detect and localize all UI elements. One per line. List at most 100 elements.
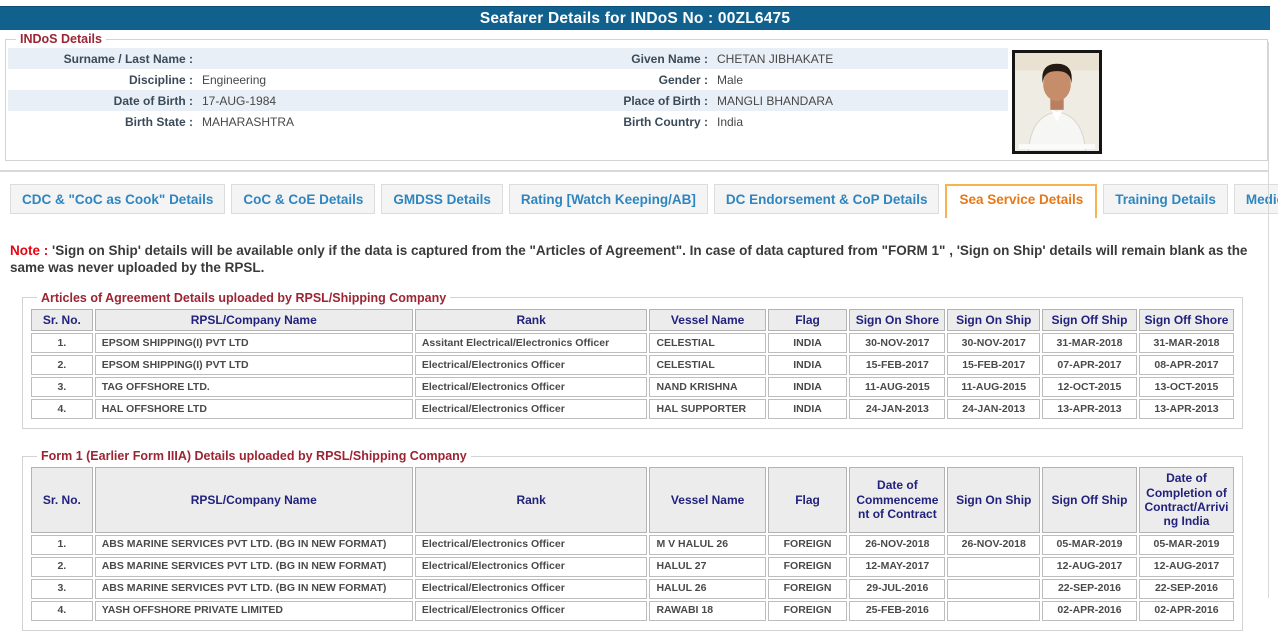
table-cell: CELESTIAL: [649, 333, 765, 353]
field-label: Discipline :: [8, 73, 193, 87]
tab-medical-fitness-certificate[interactable]: Medical Fitness Certificate: [1234, 184, 1278, 214]
tab-coc-coe-details[interactable]: CoC & CoE Details: [231, 184, 375, 214]
section-divider: [0, 170, 1268, 172]
indos-fields: Surname / Last Name : Given Name : CHETA…: [8, 48, 1008, 132]
table-cell: HAL SUPPORTER: [649, 399, 765, 419]
table-cell: INDIA: [768, 333, 848, 353]
table-cell: 1.: [31, 333, 93, 353]
table-cell: Electrical/Electronics Officer: [415, 355, 648, 375]
tab-cdc-coc-as-cook-details[interactable]: CDC & "CoC as Cook" Details: [10, 184, 225, 214]
table-cell: 2.: [31, 557, 93, 577]
tab-dc-endorsement-cop-details[interactable]: DC Endorsement & CoP Details: [714, 184, 940, 214]
table-cell: 02-APR-2016: [1042, 601, 1137, 621]
tab-rating-watch-keeping-ab[interactable]: Rating [Watch Keeping/AB]: [509, 184, 708, 214]
column-header: Sign On Ship: [947, 309, 1040, 331]
table-cell: 12-OCT-2015: [1042, 377, 1137, 397]
table-row: 4.HAL OFFSHORE LTDElectrical/Electronics…: [31, 399, 1234, 419]
tab-sea-service-details[interactable]: Sea Service Details: [945, 184, 1097, 218]
column-header: Sign Off Ship: [1042, 309, 1137, 331]
field-label: Gender :: [608, 73, 708, 87]
tab-training-details[interactable]: Training Details: [1103, 184, 1228, 214]
field-value: MAHARASHTRA: [193, 115, 608, 129]
table-cell: 4.: [31, 399, 93, 419]
column-header: Rank: [415, 309, 648, 331]
table-cell: 08-APR-2017: [1139, 355, 1234, 375]
table-cell: EPSOM SHIPPING(I) PVT LTD: [95, 333, 413, 353]
tab-bar: CDC & "CoC as Cook" Details CoC & CoE De…: [10, 184, 1278, 218]
table-cell: YASH OFFSHORE PRIVATE LIMITED: [95, 601, 413, 621]
column-header: Sign Off Ship: [1042, 467, 1137, 533]
table-cell: 15-FEB-2017: [947, 355, 1040, 375]
table-cell: 25-FEB-2016: [849, 601, 945, 621]
column-header: RPSL/Company Name: [95, 467, 413, 533]
table-cell: 13-APR-2013: [1042, 399, 1137, 419]
column-header: RPSL/Company Name: [95, 309, 413, 331]
table-cell: 13-OCT-2015: [1139, 377, 1234, 397]
page-title: Seafarer Details for INDoS No : 00ZL6475: [0, 6, 1270, 30]
field-label: Given Name :: [608, 52, 708, 66]
table-cell: 05-MAR-2019: [1042, 535, 1137, 555]
table-cell: CELESTIAL: [649, 355, 765, 375]
table-cell: INDIA: [768, 355, 848, 375]
form1-legend: Form 1 (Earlier Form IIIA) Details uploa…: [37, 449, 471, 463]
column-header: Date of Commencement of Contract: [849, 467, 945, 533]
column-header: Date of Completion of Contract/Arriving …: [1139, 467, 1234, 533]
field-label: Birth Country :: [608, 115, 708, 129]
table-cell: 2.: [31, 355, 93, 375]
table-cell: RAWABI 18: [649, 601, 765, 621]
table-cell: M V HALUL 26: [649, 535, 765, 555]
table-cell: 26-NOV-2018: [947, 535, 1040, 555]
table-cell: 31-MAR-2018: [1139, 333, 1234, 353]
table-cell: 15-FEB-2017: [849, 355, 945, 375]
table-cell: Electrical/Electronics Officer: [415, 557, 648, 577]
table-cell: 05-MAR-2019: [1139, 535, 1234, 555]
table-row: 1.EPSOM SHIPPING(I) PVT LTDAssitant Elec…: [31, 333, 1234, 353]
table-cell: 24-JAN-2013: [849, 399, 945, 419]
table-cell: 13-APR-2013: [1139, 399, 1234, 419]
table-cell: Electrical/Electronics Officer: [415, 601, 648, 621]
seafarer-photo: [1012, 50, 1102, 154]
table-cell: 11-AUG-2015: [849, 377, 945, 397]
table-cell: 12-AUG-2017: [1139, 557, 1234, 577]
table-header-row: Sr. No.RPSL/Company NameRankVessel NameF…: [31, 309, 1234, 331]
field-value: MANGLI BHANDARA: [708, 94, 1008, 108]
field-value: Male: [708, 73, 1008, 87]
table-cell: INDIA: [768, 377, 848, 397]
table-cell: 4.: [31, 601, 93, 621]
tab-gmdss-details[interactable]: GMDSS Details: [381, 184, 503, 214]
table-cell: 30-NOV-2017: [849, 333, 945, 353]
seafarer-photo-image: [1015, 53, 1099, 151]
column-header: Sign On Shore: [849, 309, 945, 331]
table-cell: Assitant Electrical/Electronics Officer: [415, 333, 648, 353]
table-cell: Electrical/Electronics Officer: [415, 399, 648, 419]
table-cell: 24-JAN-2013: [947, 399, 1040, 419]
table-cell: 11-AUG-2015: [947, 377, 1040, 397]
field-label: Date of Birth :: [8, 94, 193, 108]
table-row: 2.EPSOM SHIPPING(I) PVT LTDElectrical/El…: [31, 355, 1234, 375]
articles-of-agreement-panel: Articles of Agreement Details uploaded b…: [22, 291, 1243, 429]
table-row: 2.ABS MARINE SERVICES PVT LTD. (BG IN NE…: [31, 557, 1234, 577]
field-label: Place of Birth :: [608, 94, 708, 108]
indos-details-legend: INDoS Details: [16, 32, 106, 46]
table-cell: FOREIGN: [768, 601, 848, 621]
table-cell: 02-APR-2016: [1139, 601, 1234, 621]
column-header: Sr. No.: [31, 467, 93, 533]
field-value: CHETAN JIBHAKATE: [708, 52, 1008, 66]
column-header: Flag: [768, 467, 848, 533]
table-cell: 07-APR-2017: [1042, 355, 1137, 375]
table-cell: 12-MAY-2017: [849, 557, 945, 577]
info-row: Birth State : MAHARASHTRA Birth Country …: [8, 111, 1008, 132]
info-row: Date of Birth : 17-AUG-1984 Place of Bir…: [8, 90, 1008, 111]
column-header: Flag: [768, 309, 848, 331]
field-value: India: [708, 115, 1008, 129]
table-cell: HAL OFFSHORE LTD: [95, 399, 413, 419]
table-cell: 31-MAR-2018: [1042, 333, 1137, 353]
field-label: Birth State :: [8, 115, 193, 129]
field-value: 17-AUG-1984: [193, 94, 608, 108]
column-header: Rank: [415, 467, 648, 533]
column-header: Sign Off Shore: [1139, 309, 1234, 331]
form1-table: Sr. No.RPSL/Company NameRankVessel NameF…: [29, 465, 1236, 623]
table-cell: FOREIGN: [768, 557, 848, 577]
column-header: Vessel Name: [649, 467, 765, 533]
articles-of-agreement-legend: Articles of Agreement Details uploaded b…: [37, 291, 450, 305]
